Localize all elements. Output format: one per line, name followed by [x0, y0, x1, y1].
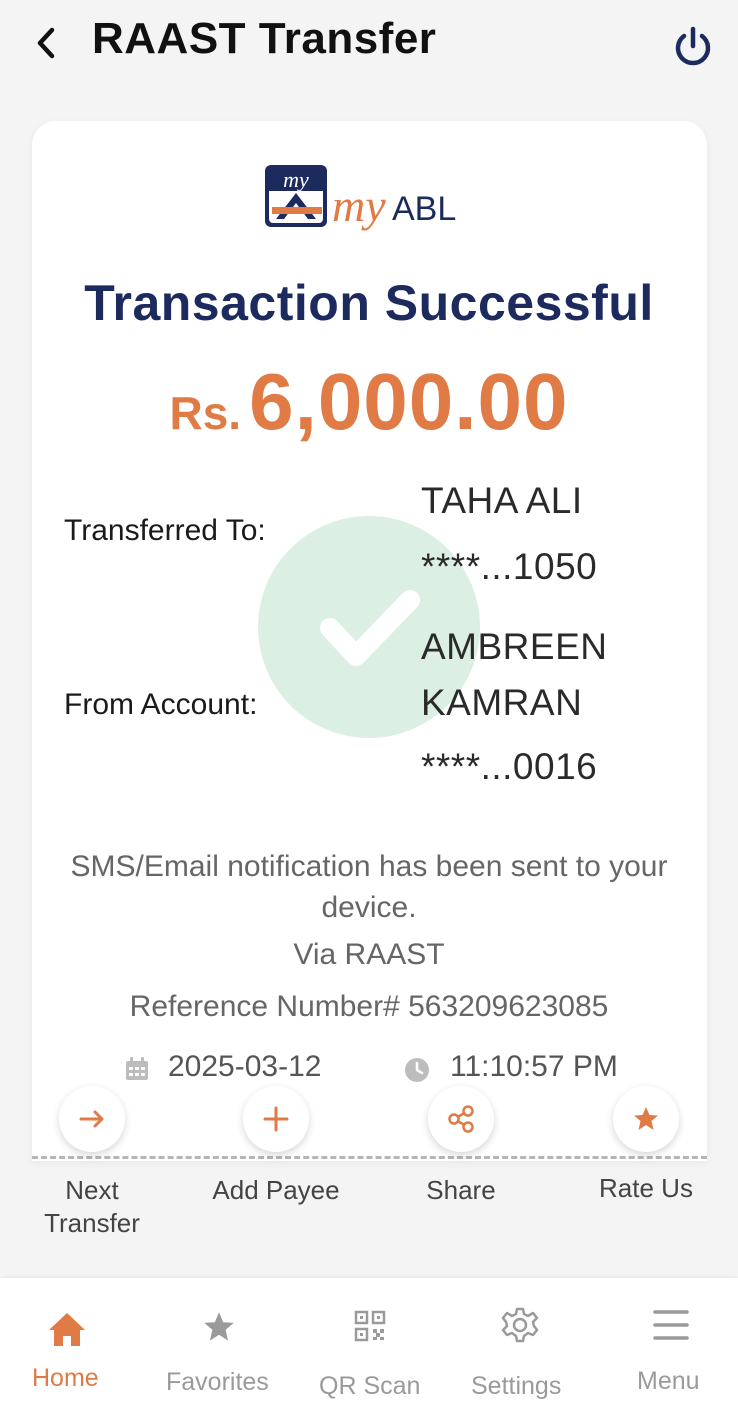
nav-qr-scan[interactable]: QR Scan	[312, 1278, 428, 1414]
qr-code-icon	[354, 1310, 386, 1342]
share-icon	[448, 1105, 474, 1133]
amount-display: Rs. 6,000.00	[0, 356, 738, 448]
amount-value: 6,000.00	[249, 357, 569, 446]
chevron-left-icon	[37, 27, 55, 59]
clock-icon	[404, 1057, 430, 1083]
nav-home[interactable]: Home	[14, 1278, 124, 1414]
svg-text:my: my	[332, 180, 386, 231]
reference-number: Reference Number# 563209623085	[129, 990, 609, 1023]
arrow-right-icon	[79, 1110, 104, 1128]
bottom-navigation: Home Favorites QR Scan Settings Menu	[0, 1278, 738, 1414]
svg-text:ABL: ABL	[392, 190, 456, 228]
nav-settings[interactable]: Settings	[462, 1278, 578, 1414]
nav-menu[interactable]: Menu	[620, 1278, 720, 1414]
transferred-to-label: Transferred To:	[64, 514, 266, 547]
sender-account: ****...0016	[421, 746, 598, 787]
transaction-time: 11:10:57 PM	[450, 1050, 618, 1083]
myabl-logo: my my ABL	[264, 163, 476, 235]
plus-icon	[263, 1106, 289, 1132]
star-icon	[634, 1107, 658, 1130]
logout-button[interactable]	[670, 24, 716, 70]
back-button[interactable]	[30, 18, 64, 68]
from-account-label: From Account:	[64, 688, 258, 721]
top-app-bar: RAAST Transfer	[0, 0, 738, 92]
home-icon	[49, 1313, 85, 1346]
transaction-status-title: Transaction Successful	[84, 275, 654, 331]
nav-favorites[interactable]: Favorites	[160, 1278, 280, 1414]
star-icon	[204, 1312, 234, 1341]
next-transfer-label: Next Transfer	[44, 1175, 140, 1238]
next-transfer-button[interactable]	[59, 1086, 125, 1152]
add-payee-label: Add Payee	[212, 1175, 340, 1205]
recipient-account: ****...1050	[421, 546, 598, 587]
sender-name-line1: AMBREEN	[421, 626, 608, 667]
transaction-date: 2025-03-12	[168, 1050, 322, 1083]
rate-us-label: Rate Us	[599, 1173, 693, 1203]
gear-icon	[501, 1307, 539, 1343]
sender-name-line2: KAMRAN	[421, 682, 583, 723]
amount-currency: Rs.	[169, 387, 242, 439]
receipt-divider	[32, 1156, 707, 1159]
calendar-icon	[124, 1056, 150, 1082]
share-label: Share	[426, 1175, 496, 1205]
transfer-channel: Via RAAST	[293, 938, 445, 971]
power-icon	[675, 26, 711, 66]
recipient-name: TAHA ALI	[421, 480, 583, 521]
rate-us-button[interactable]	[613, 1086, 679, 1152]
share-button[interactable]	[428, 1086, 494, 1152]
add-payee-button[interactable]	[243, 1086, 309, 1152]
hamburger-menu-icon	[653, 1310, 689, 1340]
svg-text:my: my	[283, 167, 309, 192]
page-title: RAAST Transfer	[92, 14, 437, 63]
notification-message: SMS/Email notification has been sent to …	[70, 850, 668, 924]
